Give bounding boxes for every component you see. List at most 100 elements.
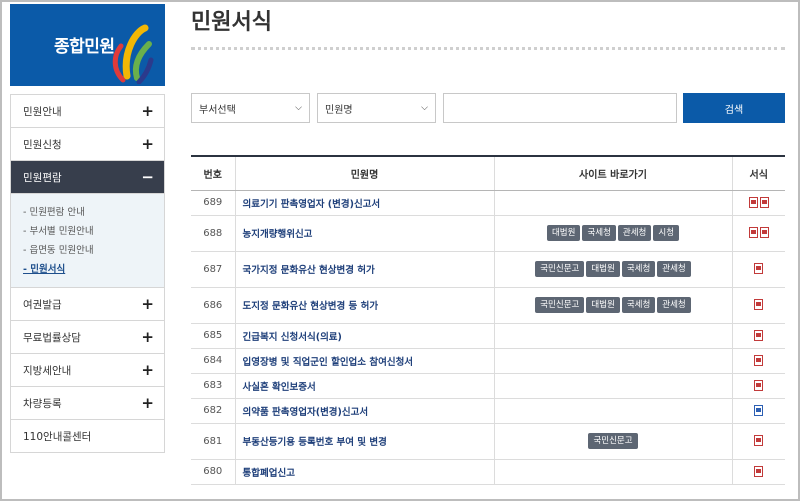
site-link-button[interactable]: 국민신문고 xyxy=(588,433,638,449)
plus-icon: + xyxy=(141,102,154,120)
sidebar-item[interactable]: 민원안내 + xyxy=(11,94,164,127)
document-download-icon[interactable] xyxy=(748,196,758,208)
row-number: 684 xyxy=(191,348,235,374)
sidebar-submenu: - 민원편람 안내 - 부서별 민원안내 - 읍면동 민원안내 - 민원서식 xyxy=(11,193,164,287)
row-number: 682 xyxy=(191,398,235,424)
row-form-files xyxy=(731,459,785,485)
row-form-files xyxy=(731,323,785,349)
document-download-icon[interactable] xyxy=(748,227,758,239)
row-form-name-link[interactable]: 부동산등기용 등록번호 부여 및 변경 xyxy=(234,423,494,460)
header-sites: 사이트 바로가기 xyxy=(493,155,732,191)
row-number: 680 xyxy=(191,459,235,485)
sidebar-item[interactable]: 지방세안내 + xyxy=(11,353,164,386)
sidebar-item-label: 무료법률상담 xyxy=(23,331,81,344)
row-form-name-link[interactable]: 의약품 판촉영업자(변경)신고서 xyxy=(234,398,494,424)
document-download-icon[interactable] xyxy=(754,379,764,391)
row-site-links xyxy=(493,373,732,399)
row-site-links: 국민신문고 xyxy=(493,423,732,460)
table-row: 681 부동산등기용 등록번호 부여 및 변경 국민신문고 xyxy=(191,423,785,460)
header-no: 번호 xyxy=(191,155,235,191)
row-site-links: 대법원 국세청 관세청 시청 xyxy=(493,215,732,252)
sidebar-item[interactable]: 민원신청 + xyxy=(11,127,164,160)
site-link-button[interactable]: 국민신문고 xyxy=(535,261,585,277)
site-link-button[interactable]: 대법원 xyxy=(586,261,620,277)
row-form-name-link[interactable]: 긴급복지 신청서식(의료) xyxy=(234,323,494,349)
submenu-item[interactable]: - 민원서식 xyxy=(23,260,154,279)
sidebar-menu: 민원안내 + 민원신청 + 민원편람 − - 민원편람 안내 - 부서별 민원안내 - 읍면동 … xyxy=(10,94,165,453)
row-form-name-link[interactable]: 국가지정 문화유산 현상변경 허가 xyxy=(234,251,494,288)
sidebar-item-label: 여권발급 xyxy=(23,298,62,311)
row-form-name-link[interactable]: 사실혼 확인보증서 xyxy=(234,373,494,399)
row-form-name-link[interactable]: 입영장병 및 직업군인 할인업소 참여신청서 xyxy=(234,348,494,374)
site-link-button[interactable]: 국세청 xyxy=(621,297,656,313)
header-forms: 서식 xyxy=(731,155,785,191)
dept-select-value: 부서선택 xyxy=(199,104,236,116)
name-select[interactable]: 민원명 ⌵ xyxy=(317,93,436,123)
row-number: 689 xyxy=(191,190,235,216)
search-input[interactable] xyxy=(443,93,677,123)
row-form-files xyxy=(731,348,785,374)
row-site-links xyxy=(493,190,732,216)
document-download-icon[interactable] xyxy=(754,354,764,366)
sidebar-item[interactable]: 민원편람 − xyxy=(11,160,164,193)
search-button[interactable]: 검색 xyxy=(683,93,785,123)
sidebar-item-label: 민원신청 xyxy=(23,138,62,151)
row-form-files xyxy=(731,398,785,424)
row-form-files xyxy=(731,251,785,288)
document-download-icon[interactable] xyxy=(754,404,764,416)
chevron-down-icon: ⌵ xyxy=(421,103,428,113)
document-download-icon[interactable] xyxy=(759,227,769,239)
site-link-button[interactable]: 대법원 xyxy=(586,297,620,313)
row-site-links xyxy=(493,348,732,374)
plus-icon: + xyxy=(141,328,154,346)
sidebar-item[interactable]: 무료법률상담 + xyxy=(11,320,164,353)
row-form-name-link[interactable]: 통합폐업신고 xyxy=(234,459,494,485)
document-download-icon[interactable] xyxy=(754,299,764,311)
minus-icon: − xyxy=(141,168,154,186)
row-number: 681 xyxy=(191,423,235,460)
document-download-icon[interactable] xyxy=(754,329,764,341)
table-row: 689 의료기기 판촉영업자 (변경)신고서 xyxy=(191,190,785,216)
site-link-button[interactable]: 대법원 xyxy=(546,225,581,241)
plus-icon: + xyxy=(141,135,154,153)
table-row: 683 사실혼 확인보증서 xyxy=(191,373,785,399)
dept-select[interactable]: 부서선택 ⌵ xyxy=(191,93,310,123)
site-link-button[interactable]: 관세청 xyxy=(657,261,691,277)
row-form-name-link[interactable]: 의료기기 판촉영업자 (변경)신고서 xyxy=(234,190,494,216)
table-header-row: 번호 민원명 사이트 바로가기 서식 xyxy=(191,155,785,191)
row-form-files xyxy=(731,215,785,252)
sidebar-item[interactable]: 110안내콜센터 xyxy=(11,419,164,452)
site-link-button[interactable]: 국세청 xyxy=(582,225,616,241)
site-link-button[interactable]: 관세청 xyxy=(657,297,691,313)
row-site-links xyxy=(493,323,732,349)
sidebar-item[interactable]: 여권발급 + xyxy=(11,287,164,320)
table-row: 684 입영장병 및 직업군인 할인업소 참여신청서 xyxy=(191,348,785,374)
row-form-name-link[interactable]: 농지개량행위신고 xyxy=(234,215,494,252)
site-link-button[interactable]: 국세청 xyxy=(621,261,656,277)
row-site-links: 국민신문고 대법원 국세청 관세청 xyxy=(493,287,732,324)
submenu-item[interactable]: - 부서별 민원안내 xyxy=(23,222,154,241)
document-download-icon[interactable] xyxy=(754,465,764,477)
document-download-icon[interactable] xyxy=(759,196,769,208)
submenu-item[interactable]: - 민원편람 안내 xyxy=(23,203,154,222)
row-site-links: 국민신문고 대법원 국세청 관세청 xyxy=(493,251,732,288)
document-download-icon[interactable] xyxy=(754,263,764,275)
table-row: 682 의약품 판촉영업자(변경)신고서 xyxy=(191,398,785,424)
title-divider xyxy=(191,47,785,50)
row-number: 688 xyxy=(191,215,235,252)
plus-icon: + xyxy=(141,295,154,313)
sidebar-item-label: 차량등록 xyxy=(23,397,62,410)
site-link-button[interactable]: 관세청 xyxy=(617,225,652,241)
document-download-icon[interactable] xyxy=(754,435,764,447)
site-link-button[interactable]: 국민신문고 xyxy=(535,297,585,313)
row-form-name-link[interactable]: 도지정 문화유산 현상변경 등 허가 xyxy=(234,287,494,324)
sidebar-item-label: 지방세안내 xyxy=(23,364,72,377)
page-title: 민원서식 xyxy=(191,10,272,35)
site-link-button[interactable]: 시청 xyxy=(653,225,680,241)
brand-banner[interactable]: 종합민원 xyxy=(10,4,165,86)
row-site-links xyxy=(493,459,732,485)
row-number: 687 xyxy=(191,251,235,288)
sidebar-item[interactable]: 차량등록 + xyxy=(11,386,164,419)
submenu-item[interactable]: - 읍면동 민원안내 xyxy=(23,241,154,260)
sidebar: 종합민원 민원안내 + 민원신청 + 민원편람 − - 민원편람 안내 - 부서별 민원안내 -… xyxy=(10,4,165,453)
